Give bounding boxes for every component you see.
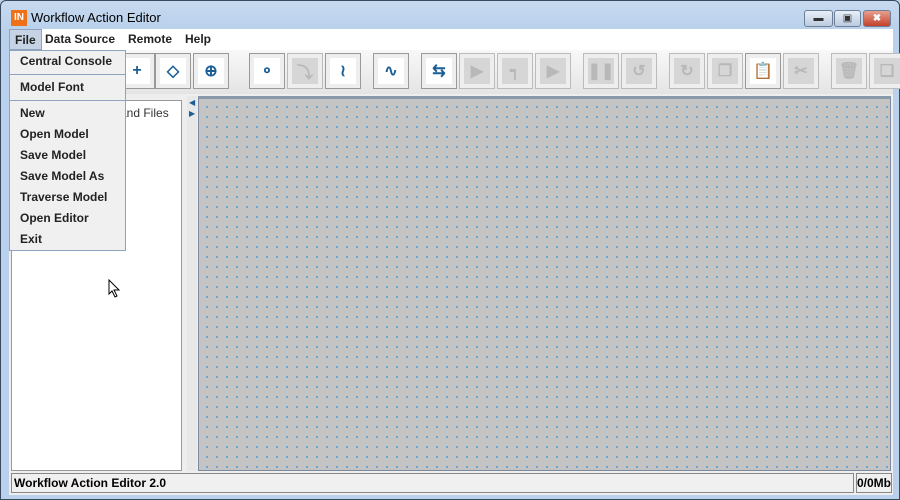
menu-item-open-editor[interactable]: Open Editor [10, 208, 125, 229]
minimize-button[interactable]: ▬ [804, 10, 833, 27]
connect-curve-button[interactable]: ∿ [373, 53, 409, 89]
debug-step-button[interactable]: ┑ [497, 53, 533, 89]
connect-step-button[interactable]: ≀ [325, 53, 361, 89]
swap-icon: ⇆ [432, 63, 446, 80]
connect-curve-icon: ∿ [384, 63, 398, 80]
menu-separator [10, 74, 125, 75]
menu-data-source[interactable]: Data Source [40, 29, 120, 50]
file-menu-dropdown: Central Console Model Font New Open Mode… [9, 50, 126, 251]
menu-item-exit[interactable]: Exit [10, 229, 125, 250]
menu-item-open-model[interactable]: Open Model [10, 124, 125, 145]
maximize-button[interactable]: ▣ [834, 10, 861, 27]
add-node-icon: + [132, 62, 142, 79]
pause-button[interactable]: ❚❚ [583, 53, 619, 89]
client-area: File Data Source Remote Help + ◇ ⊕ ⚬ ⤵ ≀ ∿ ⇆ ▶ ┑ ▶… [9, 29, 900, 495]
panel-tab-label[interactable]: and Files [120, 106, 169, 120]
copy-button[interactable]: ❐ [707, 53, 743, 89]
paste-button[interactable]: 📋 [745, 53, 781, 89]
redo-button[interactable]: ↻ [669, 53, 705, 89]
add-decision-icon: ◇ [166, 63, 180, 80]
workflow-canvas[interactable] [198, 96, 891, 471]
menu-item-new[interactable]: New [10, 103, 125, 124]
toolbar: +◇⊕⚬⤵≀∿⇆▶┑▶❚❚↺↻❐📋✂🗑❏❐ [9, 50, 900, 94]
play-icon: ▶ [546, 63, 560, 80]
add-subprocess-icon: ⊕ [204, 63, 218, 80]
app-logo-icon: IN [11, 10, 27, 26]
undo-icon: ↺ [632, 63, 646, 80]
connect-button[interactable]: ⤵ [287, 53, 323, 89]
menu-item-traverse-model[interactable]: Traverse Model [10, 187, 125, 208]
expand-right-icon[interactable]: ▶ [189, 109, 195, 118]
pause-icon: ❚❚ [587, 63, 615, 80]
add-subprocess-button[interactable]: ⊕ [193, 53, 229, 89]
paste-icon: 📋 [753, 63, 773, 80]
menu-item-save-model[interactable]: Save Model [10, 145, 125, 166]
connect-step-icon: ≀ [340, 63, 346, 80]
connect-icon: ⤵ [296, 65, 313, 82]
menu-item-model-font[interactable]: Model Font [10, 77, 125, 98]
menu-separator [10, 100, 125, 101]
menu-item-save-model-as[interactable]: Save Model As [10, 166, 125, 187]
window-title: Workflow Action Editor [31, 10, 161, 25]
title-bar[interactable]: IN Workflow Action Editor ▬ ▣ ✖ [1, 1, 899, 29]
menu-bar: File Data Source Remote Help [9, 29, 893, 50]
collapse-left-icon[interactable]: ◀ [189, 98, 195, 107]
menu-item-central-console[interactable]: Central Console [10, 51, 125, 72]
close-button[interactable]: ✖ [863, 10, 891, 27]
copy-icon: ❐ [717, 63, 733, 80]
app-window: IN Workflow Action Editor ▬ ▣ ✖ File Dat… [0, 0, 900, 500]
add-branch-icon: ⚬ [260, 63, 274, 80]
group-icon: ❏ [879, 63, 895, 80]
swap-button[interactable]: ⇆ [421, 53, 457, 89]
splitter-handle[interactable]: ◀ ▶ [187, 96, 197, 471]
play-button[interactable]: ▶ [535, 53, 571, 89]
add-branch-button[interactable]: ⚬ [249, 53, 285, 89]
debug-step-icon: ┑ [510, 63, 520, 80]
group-button[interactable]: ❏ [869, 53, 900, 89]
redo-icon: ↻ [680, 63, 694, 80]
undo-button[interactable]: ↺ [621, 53, 657, 89]
add-decision-button[interactable]: ◇ [155, 53, 191, 89]
menu-help[interactable]: Help [180, 29, 216, 50]
delete-button[interactable]: 🗑 [831, 53, 867, 89]
cut-button[interactable]: ✂ [783, 53, 819, 89]
menu-file[interactable]: File [9, 29, 42, 50]
memory-indicator: 0/0Mb [856, 473, 892, 493]
debug-run-icon: ▶ [470, 63, 484, 80]
debug-run-button[interactable]: ▶ [459, 53, 495, 89]
status-bar: Workflow Action Editor 2.0 [11, 473, 854, 493]
delete-icon: 🗑 [838, 63, 860, 80]
mouse-cursor-icon [108, 279, 121, 298]
cut-icon: ✂ [794, 63, 808, 80]
menu-remote[interactable]: Remote [123, 29, 177, 50]
